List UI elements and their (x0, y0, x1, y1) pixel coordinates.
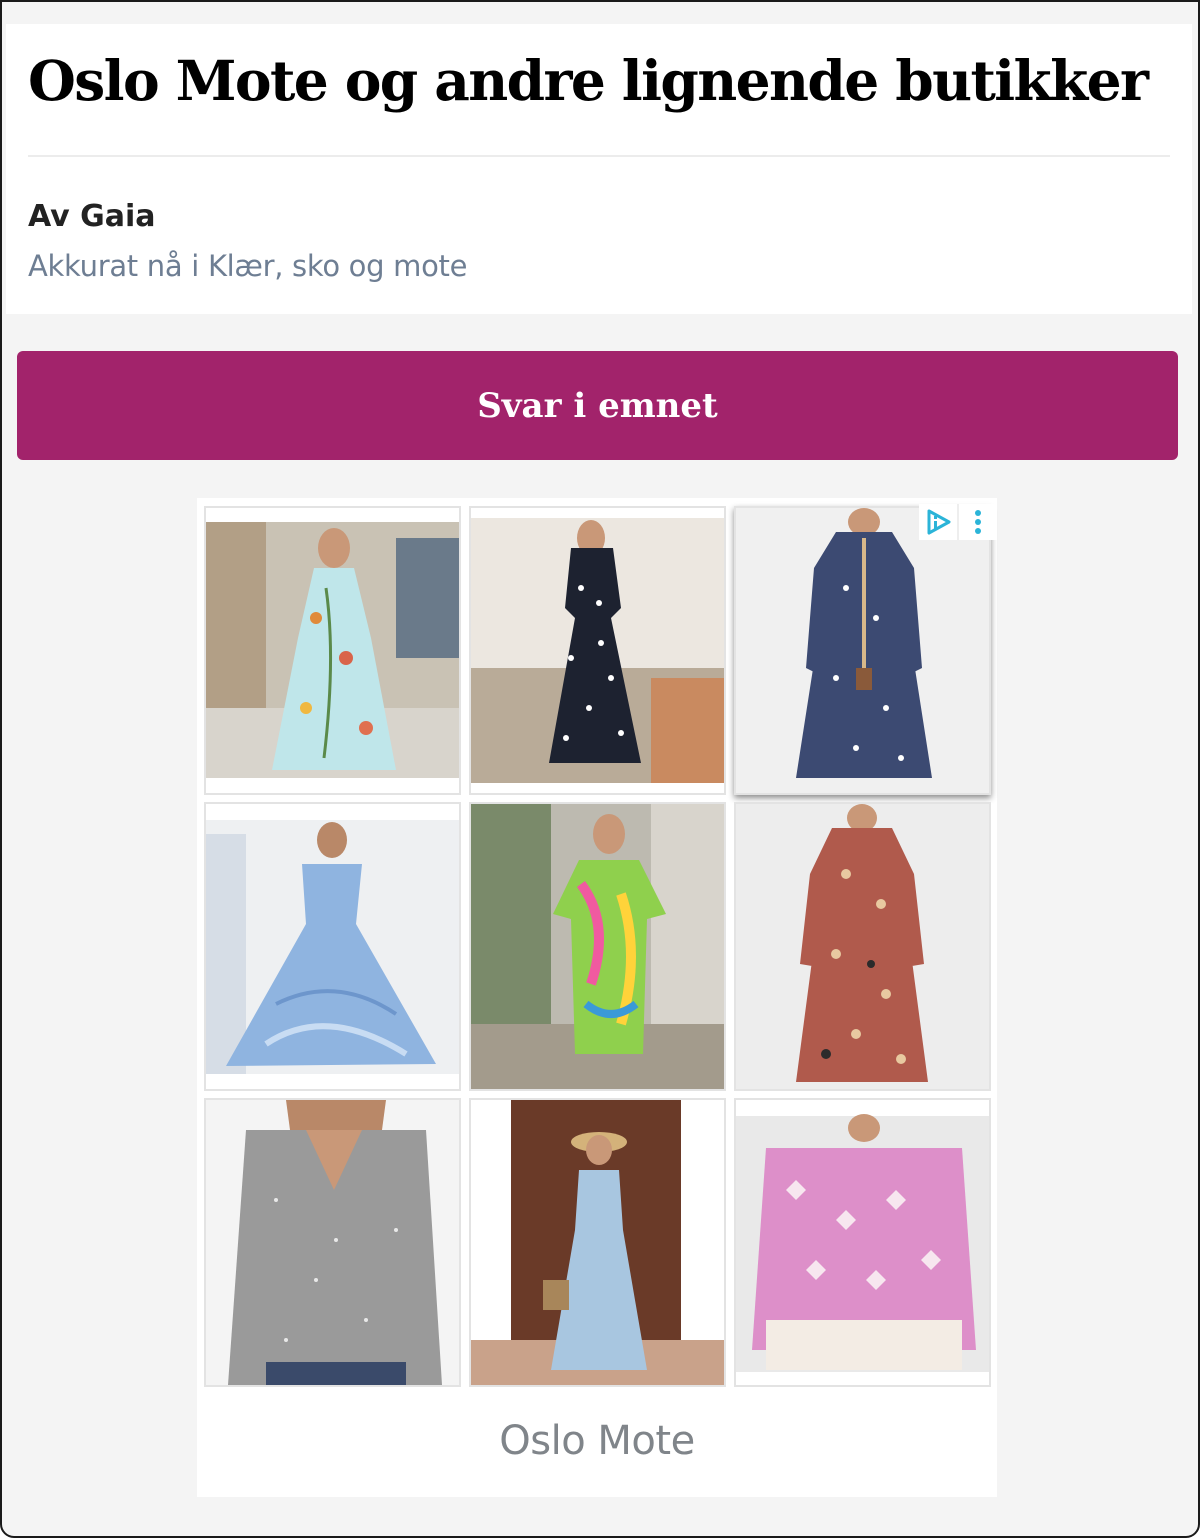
product-tile-9[interactable] (734, 1098, 991, 1387)
red-floral-midi-dress-photo (736, 804, 989, 1089)
product-tile-4[interactable] (204, 802, 461, 1091)
silver-sequin-top-photo (206, 1100, 459, 1385)
header-divider (28, 155, 1170, 157)
floral-maxi-dress-photo (206, 508, 459, 793)
adchoices-icon[interactable] (919, 504, 957, 540)
pink-pattern-sweater-photo (736, 1100, 989, 1385)
author-label[interactable]: Av Gaia (28, 199, 156, 234)
advertiser-name[interactable]: Oslo Mote (197, 1418, 997, 1464)
light-blue-lace-dress-photo (471, 1100, 724, 1385)
topic-header: Oslo Mote og andre lignende butikker Av … (6, 24, 1192, 314)
product-tile-6[interactable] (734, 802, 991, 1091)
colorful-kaftan-dress-photo (471, 804, 724, 1089)
topic-title: Oslo Mote og andre lignende butikker (28, 48, 1149, 113)
product-tile-2[interactable] (469, 506, 726, 795)
product-tile-1[interactable] (204, 506, 461, 795)
polka-dot-midi-dress-photo (471, 508, 724, 793)
adchoices-bar[interactable] (919, 504, 997, 540)
page-frame: Oslo Mote og andre lignende butikker Av … (0, 0, 1200, 1538)
product-tile-3[interactable] (734, 506, 991, 795)
ad-banner[interactable]: Oslo Mote (197, 498, 997, 1497)
product-tile-5[interactable] (469, 802, 726, 1091)
blue-off-shoulder-gown-photo (206, 804, 459, 1089)
product-tile-8[interactable] (469, 1098, 726, 1387)
kebab-menu-icon[interactable] (959, 504, 997, 540)
blue-print-boho-dress-photo (736, 508, 989, 793)
reply-in-topic-button[interactable]: Svar i emnet (17, 351, 1178, 460)
topic-meta[interactable]: Akkurat nå i Klær, sko og mote (28, 249, 467, 283)
product-tile-7[interactable] (204, 1098, 461, 1387)
